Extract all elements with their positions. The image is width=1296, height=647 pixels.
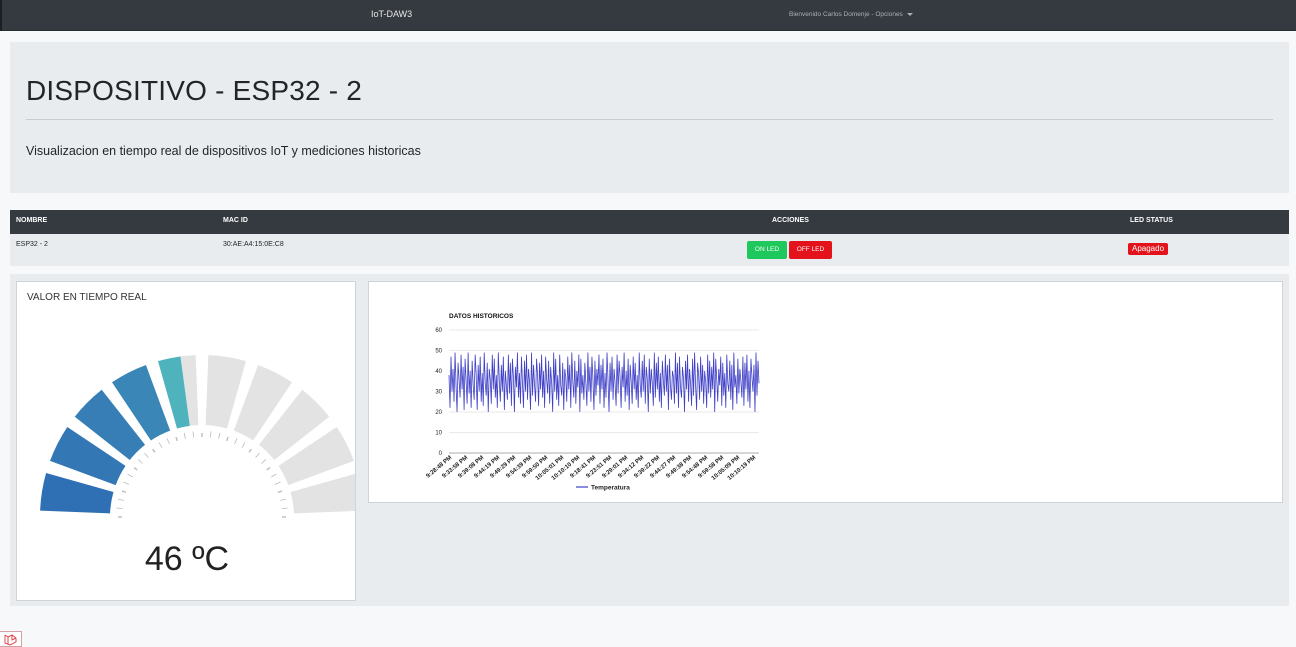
- historical-chart: DATOS HISTORICOS01020304050609:28:48 PM9…: [425, 313, 760, 492]
- header-acciones: ACCIONES: [772, 217, 809, 224]
- navbar: IoT-DAW3 Bienvenido Carlos Domenje - Opc…: [0, 0, 1296, 31]
- chart-series-line: [448, 352, 760, 413]
- gauge-card: VALOR EN TIEMPO REAL 46 ºC: [16, 281, 356, 601]
- chart-card: DATOS HISTORICOS 0 10 20 30 40 50 60 9:28:48 PM 9…: [368, 281, 1283, 503]
- gauge-tick: [209, 431, 212, 438]
- gauge-tick: [234, 438, 238, 445]
- dashboard-panel: VALOR EN TIEMPO REAL 46 ºC DATOS HISTORI…: [10, 274, 1289, 606]
- table-row: ESP32 - 2 30:AE:A4:15:0E:C8 ON LED OFF L…: [10, 234, 1289, 266]
- gauge-tick: [241, 442, 246, 448]
- gauge-value: 46 ºC: [144, 540, 230, 578]
- gauge-tick: [218, 432, 221, 439]
- gauge-tick: [127, 473, 133, 478]
- gauge-tick: [123, 481, 130, 485]
- chart-y-tick-label: 0: [439, 451, 443, 457]
- device-table: NOMBRE MAC ID ACCIONES LED STATUS ESP32 …: [10, 210, 1289, 266]
- gauge-tick: [116, 507, 123, 510]
- off-led-button[interactable]: OFF LED: [789, 241, 832, 259]
- chart-title: DATOS HISTORICOS: [449, 313, 514, 320]
- gauge-tick: [277, 490, 283, 493]
- user-menu-label: Bienvenido Carlos Domenje - Opciones: [789, 11, 903, 18]
- gauge-tick: [158, 442, 163, 448]
- gauge-tick: [144, 452, 149, 458]
- gauge-tick: [152, 448, 156, 453]
- page-title: DISPOSITIVO - ESP32 - 2: [26, 75, 363, 106]
- divider: [26, 119, 1273, 120]
- gauge-tick: [183, 432, 186, 439]
- gauge-tick: [121, 490, 127, 493]
- chart-y-tick-label: 50: [435, 349, 442, 355]
- gauge-tick: [271, 473, 277, 478]
- chart-y-tick-label: 10: [435, 431, 442, 437]
- jumbotron: DISPOSITIVO - ESP32 - 2 Visualizacion en…: [10, 42, 1289, 193]
- gauge-tick: [281, 507, 288, 510]
- chart-legend-label: Temperatura: [591, 485, 630, 492]
- chart-y-tick-label: 60: [435, 328, 442, 334]
- chart-y-tick-label: 20: [435, 410, 442, 416]
- gauge-tick: [166, 438, 170, 445]
- gauge-tick: [175, 436, 178, 442]
- header-led-status: LED STATUS: [1130, 217, 1173, 224]
- page-lead: Visualizacion en tiempo real de disposit…: [26, 144, 421, 158]
- table-header: NOMBRE MAC ID ACCIONES LED STATUS: [10, 210, 1289, 234]
- navbar-edge: [0, 0, 2, 31]
- gauge-tick: [266, 467, 271, 471]
- header-mac-id: MAC ID: [223, 217, 248, 224]
- header-nombre: NOMBRE: [16, 217, 48, 224]
- caret-down-icon: [906, 12, 913, 16]
- user-menu-dropdown[interactable]: Bienvenido Carlos Domenje - Opciones: [789, 11, 913, 18]
- cell-nombre: ESP32 - 2: [16, 241, 48, 248]
- gauge-tick: [133, 467, 138, 471]
- gauge-tick: [248, 448, 252, 453]
- gauge-tick: [137, 459, 143, 464]
- gauge-tick: [255, 452, 260, 458]
- laravel-icon: [0, 631, 22, 647]
- gauge-tick: [274, 481, 281, 485]
- navbar-brand[interactable]: IoT-DAW3: [371, 9, 412, 19]
- gauge-tick: [117, 498, 124, 501]
- gauge-tick: [261, 459, 267, 464]
- gauge-tick: [280, 498, 287, 501]
- on-led-button[interactable]: ON LED: [747, 241, 787, 259]
- chart-y-tick-label: 40: [435, 369, 442, 375]
- gauge-tick: [226, 436, 229, 442]
- led-status-badge: Apagado: [1128, 243, 1169, 255]
- cell-mac-id: 30:AE:A4:15:0E:C8: [223, 241, 284, 248]
- chart-y-tick-label: 30: [435, 390, 442, 396]
- gauge-tick: [192, 431, 195, 438]
